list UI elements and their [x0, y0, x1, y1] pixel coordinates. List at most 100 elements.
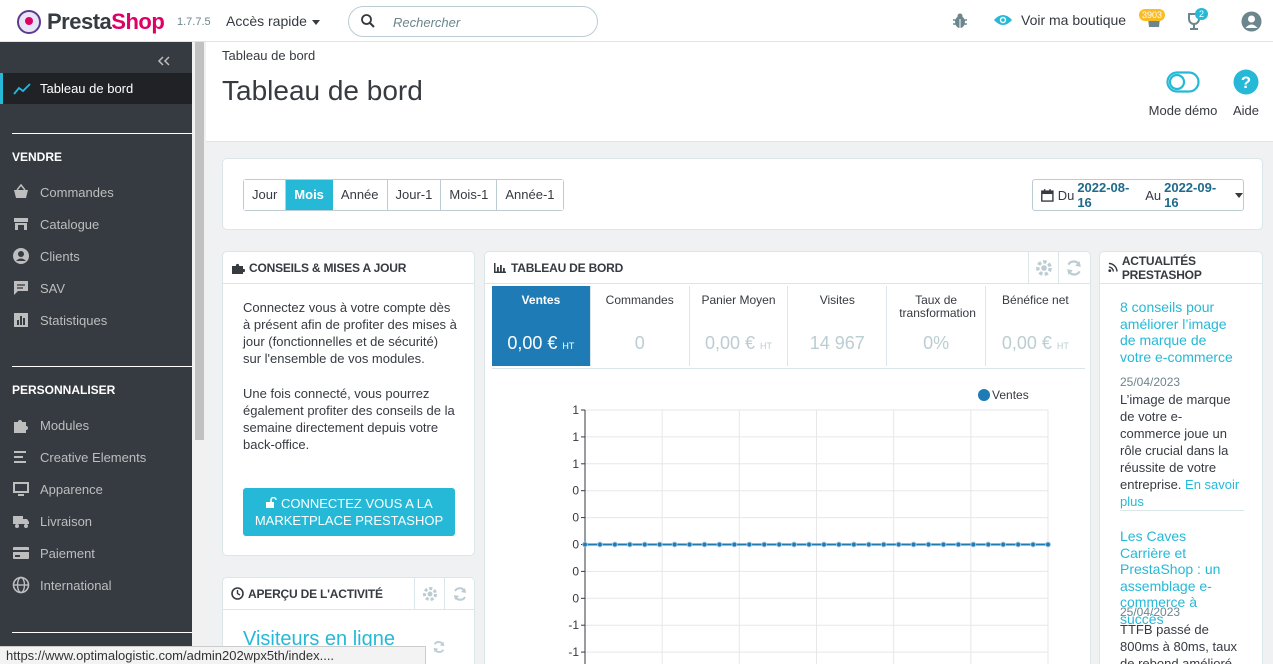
data-point	[761, 541, 768, 548]
data-point	[1045, 541, 1051, 548]
news-item-title[interactable]: 8 conseils pour améliorer l’image de mar…	[1120, 299, 1240, 365]
sidebar-item-label: International	[40, 577, 112, 593]
view-shop-link[interactable]: Voir ma boutique	[993, 12, 1126, 28]
period-button-prev-year[interactable]: Année-1	[497, 180, 563, 210]
debug-bug-icon[interactable]	[951, 12, 969, 30]
sidebar-item-stats[interactable]: Statistiques	[12, 310, 107, 330]
data-point	[985, 541, 992, 548]
sidebar-item-label: Apparence	[40, 481, 103, 497]
globe-icon	[12, 576, 30, 594]
data-point	[880, 541, 887, 548]
sidebar-item-international[interactable]: International	[12, 575, 112, 595]
sidebar-item-label: Livraison	[40, 513, 93, 529]
quick-access-label: Accès rapide	[226, 13, 307, 29]
kpi-orders[interactable]: Commandes 0	[591, 286, 690, 366]
sidebar-item-label: Modules	[40, 417, 90, 433]
legend-label: Ventes	[992, 388, 1029, 402]
sidebar-scrollbar[interactable]	[192, 42, 206, 664]
sidebar-item-label: Clients	[40, 248, 80, 264]
sidebar-item-payment[interactable]: Paiement	[12, 543, 95, 563]
sidebar-item-shipping[interactable]: Livraison	[12, 511, 92, 531]
configure-gear-icon[interactable]	[1028, 252, 1058, 284]
period-button-prev-month[interactable]: Mois-1	[441, 180, 498, 210]
period-button-day[interactable]: Jour	[244, 180, 287, 210]
sidebar-item-label: Tableau de bord	[40, 81, 134, 96]
period-button-prev-day[interactable]: Jour-1	[387, 180, 442, 210]
sidebar-item-creative-elements[interactable]: Creative Elements	[12, 447, 146, 467]
refresh-icon[interactable]	[1058, 252, 1088, 284]
account-icon[interactable]	[1241, 11, 1262, 32]
kpi-value: 0	[591, 333, 689, 354]
version-label: 1.7.7.5	[177, 16, 211, 28]
top-header: PrestaShop 1.7.7.5 Accès rapide Voir ma …	[0, 0, 1273, 42]
data-point	[940, 541, 947, 548]
refresh-icon[interactable]	[444, 578, 474, 610]
connect-marketplace-button[interactable]: CONNECTEZ VOUS A LA MARKETPLACE PRESTASH…	[243, 488, 455, 536]
status-bar-url: https://www.optimalogistic.com/admin202w…	[0, 646, 426, 664]
news-item-date: 25/04/2023	[1120, 375, 1181, 389]
puzzle-icon	[232, 263, 245, 274]
data-point	[746, 541, 753, 548]
sidebar-item-orders[interactable]: Commandes	[12, 182, 114, 202]
sidebar-item-label: Commandes	[40, 184, 114, 200]
card-icon	[13, 547, 29, 559]
kpi-sales[interactable]: Ventes 0,00 € HT	[492, 286, 591, 366]
data-point	[776, 541, 783, 548]
date-range-picker[interactable]: Du 2022-08-16 Au 2022-09-16	[1032, 179, 1244, 211]
demo-mode-label: Mode démo	[1148, 103, 1218, 118]
kpi-unit: HT	[562, 341, 575, 351]
kpi-conversion-rate[interactable]: Taux de transformation 0%	[887, 286, 986, 366]
sidebar-item-clients[interactable]: Clients	[12, 246, 80, 266]
kpi-visits[interactable]: Visites 14 967	[788, 286, 888, 366]
collapse-sidebar-icon[interactable]	[157, 54, 171, 68]
breadcrumb[interactable]: Tableau de bord	[222, 48, 315, 63]
configure-gear-icon[interactable]	[414, 578, 444, 610]
y-tick-label: 1	[572, 457, 579, 471]
period-button-year[interactable]: Année	[332, 180, 388, 210]
data-point	[611, 541, 618, 548]
scrollbar-thumb[interactable]	[195, 42, 204, 440]
help-button[interactable]: ? Aide	[1228, 66, 1264, 118]
rss-icon	[1108, 262, 1118, 273]
divider	[12, 366, 192, 367]
data-point	[656, 541, 663, 548]
trending-icon	[13, 82, 31, 95]
sidebar-item-dashboard[interactable]: Tableau de bord	[0, 73, 192, 104]
kpi-amount: 0,00 €	[1001, 333, 1052, 353]
view-shop-label: Voir ma boutique	[1021, 12, 1127, 28]
logo-text-presta: Presta	[47, 9, 112, 34]
page-title: Tableau de bord	[222, 75, 423, 106]
sidebar-item-label: Catalogue	[40, 216, 100, 232]
data-point	[716, 541, 723, 548]
kpi-net-profit[interactable]: Bénéfice net 0,00 € HT	[986, 286, 1085, 366]
sidebar: Tableau de bord VENDRE Commandes Catalog…	[0, 42, 192, 664]
user-icon	[13, 248, 29, 264]
demo-mode-button[interactable]: Mode démo	[1148, 66, 1218, 118]
lines-icon	[14, 451, 26, 463]
search-icon	[361, 14, 375, 28]
sidebar-item-catalog[interactable]: Catalogue	[12, 214, 99, 234]
clock-icon	[231, 587, 244, 600]
sidebar-item-label: Paiement	[40, 545, 95, 561]
kpi-average-cart[interactable]: Panier Moyen 0,00 € HT	[690, 286, 789, 366]
data-point	[731, 541, 738, 548]
basket-icon	[14, 183, 28, 198]
prestashop-logo[interactable]: PrestaShop	[17, 9, 165, 35]
calendar-icon	[1041, 188, 1054, 202]
sales-line-chart: 1 1 1 0 0 0 0 0 -1 -1 Ventes	[568, 388, 1051, 664]
kpi-title: Panier Moyen	[701, 293, 776, 307]
sidebar-item-appearance[interactable]: Apparence	[12, 479, 103, 499]
kpi-title: Bénéfice net	[1002, 293, 1069, 307]
legend-marker	[978, 389, 990, 401]
search-box[interactable]	[348, 6, 598, 37]
search-input[interactable]	[393, 12, 588, 32]
quick-access-dropdown[interactable]: Accès rapide	[226, 13, 320, 29]
period-button-month[interactable]: Mois	[286, 180, 333, 210]
sidebar-item-sav[interactable]: SAV	[12, 278, 65, 298]
kpi-unit: HT	[760, 341, 773, 351]
y-tick-label: -1	[568, 618, 579, 632]
refresh-icon[interactable]	[432, 640, 446, 654]
sidebar-item-modules[interactable]: Modules	[12, 415, 89, 435]
data-point	[1030, 541, 1036, 548]
data-point	[850, 541, 857, 548]
